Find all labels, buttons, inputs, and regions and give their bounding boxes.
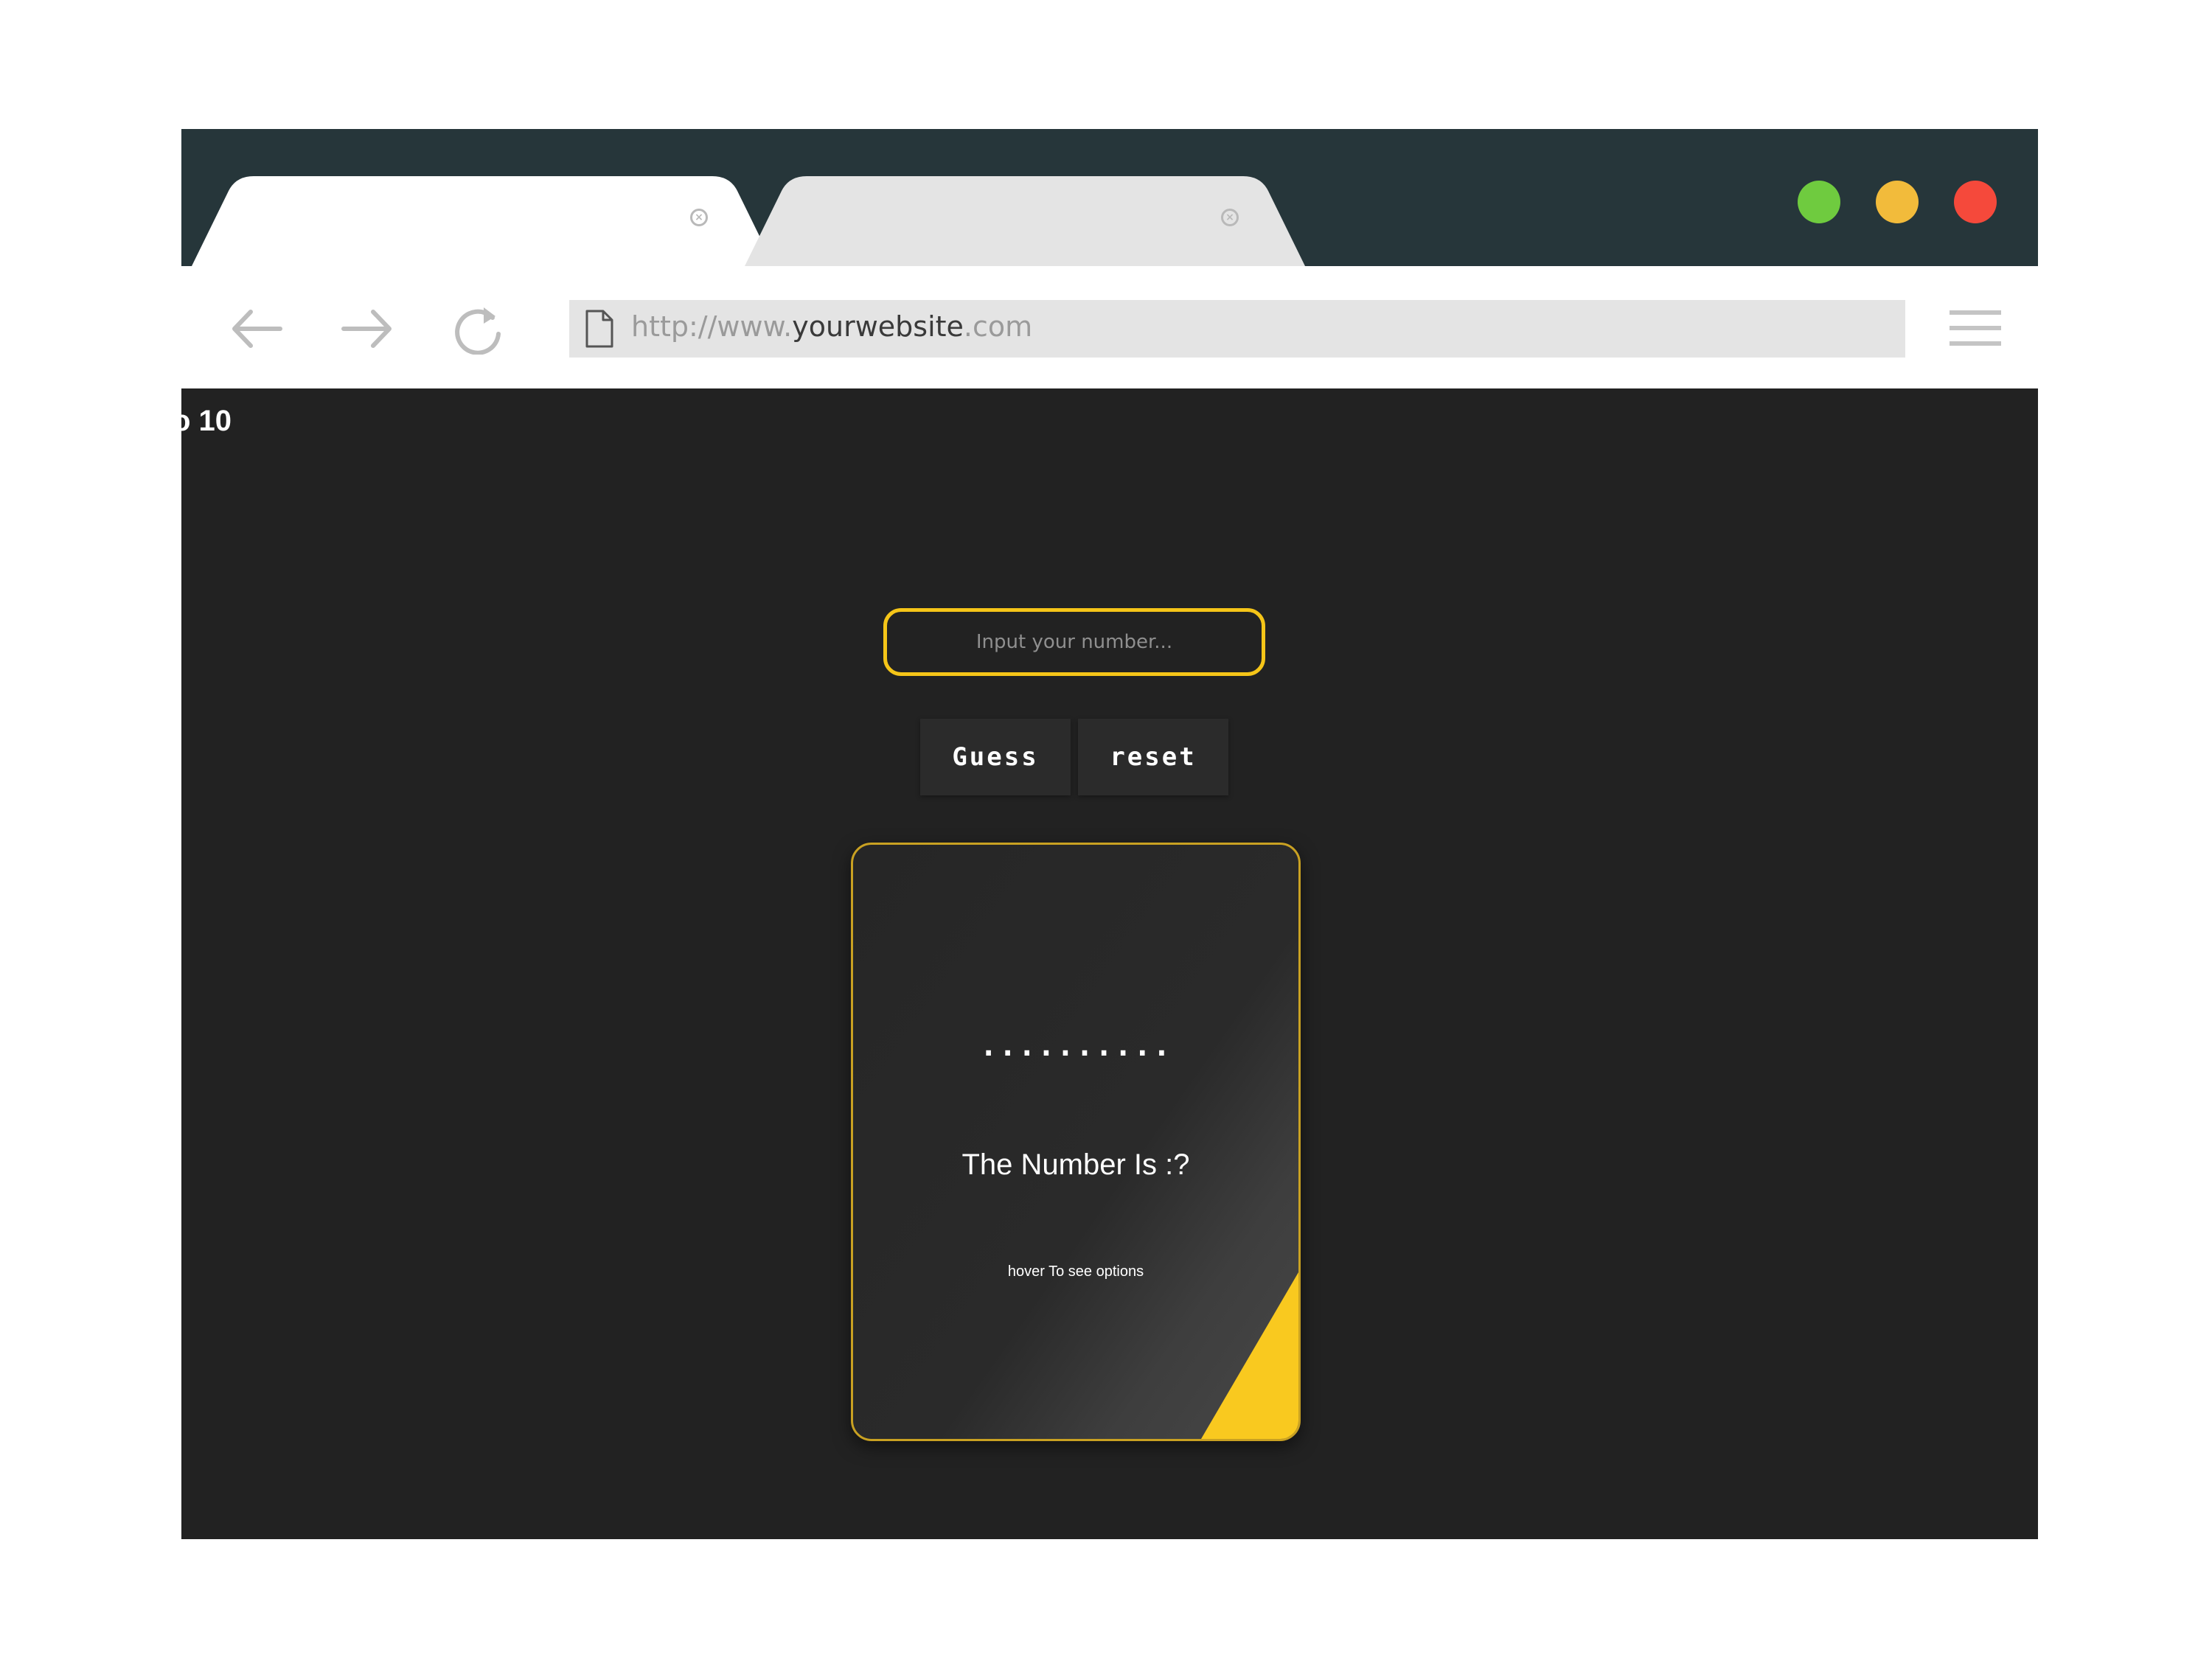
url-host: yourwebsite (792, 310, 964, 343)
maximize-button[interactable] (1798, 181, 1840, 223)
tab-shape (745, 176, 1305, 266)
hamburger-menu-icon[interactable] (1950, 309, 2001, 347)
card-corner-accent (1201, 1272, 1298, 1439)
address-bar[interactable]: http://www.yourwebsite.com (569, 300, 1905, 358)
url-scheme: http://www. (631, 310, 793, 343)
browser-toolbar: http://www.yourwebsite.com (181, 266, 2038, 388)
url-tld: .com (963, 310, 1033, 343)
browser-titlebar: × × (181, 129, 2038, 266)
minimize-button[interactable] (1876, 181, 1919, 223)
card-result-title: The Number Is :? (961, 1148, 1190, 1181)
page-viewport: o 10 Guess reset .......... The Number I… (181, 388, 2038, 1539)
browser-tab[interactable]: × (745, 176, 1305, 266)
close-icon[interactable]: × (1221, 209, 1239, 226)
forward-arrow-icon[interactable] (338, 303, 397, 355)
tab-shape (192, 176, 774, 266)
reload-icon[interactable] (450, 303, 509, 355)
page-document-icon (585, 310, 613, 348)
back-arrow-icon[interactable] (227, 303, 286, 355)
close-window-button[interactable] (1954, 181, 1997, 223)
close-icon[interactable]: × (690, 209, 708, 226)
reset-button[interactable]: reset (1078, 719, 1228, 795)
page-heading: o 10 (181, 405, 232, 437)
browser-tab-active[interactable]: × (192, 176, 774, 266)
card-dots: .......... (979, 1029, 1172, 1063)
url-text[interactable]: http://www.yourwebsite.com (631, 310, 1032, 343)
guess-button[interactable]: Guess (920, 719, 1071, 795)
number-input[interactable] (883, 608, 1265, 676)
browser-window: × × http://www.yourwebsite.com o 10 Inpu… (181, 129, 2038, 1539)
result-card[interactable]: .......... The Number Is :? hover To see… (851, 843, 1301, 1441)
